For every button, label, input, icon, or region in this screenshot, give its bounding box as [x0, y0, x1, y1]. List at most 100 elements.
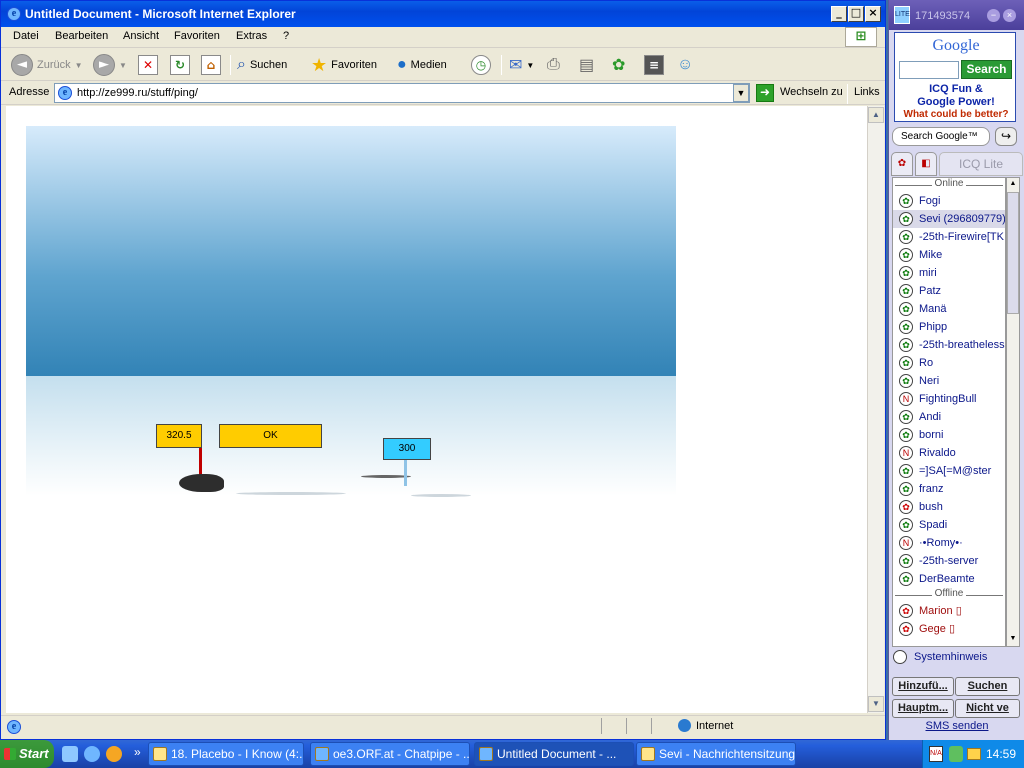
contact-item[interactable]: ✿ Patz [893, 282, 1005, 300]
tray-na-icon[interactable]: N/A [929, 746, 943, 762]
quicklaunch-media-player-icon[interactable] [106, 746, 122, 762]
icq-title-bar[interactable]: LITE 171493574 − × [889, 0, 1024, 30]
scroll-down-icon[interactable]: ▼ [868, 696, 884, 712]
tray-network-icon[interactable] [967, 748, 981, 760]
scroll-thumb[interactable] [1007, 192, 1019, 314]
links-button[interactable]: Links [854, 86, 880, 98]
back-button[interactable]: ◄ Zurück ▼ [11, 53, 83, 77]
contact-item[interactable]: ✿ Marion ▯ [893, 602, 1005, 620]
contact-item[interactable]: ✿ miri [893, 264, 1005, 282]
scroll-down-icon[interactable]: ▼ [1007, 633, 1019, 645]
winamp-icon [153, 747, 167, 761]
print-button[interactable]: ⎙ [547, 53, 560, 77]
contact-item[interactable]: N ·•Romy•· [893, 534, 1005, 552]
contact-item[interactable]: ✿ Sevi (296809779) [893, 210, 1005, 228]
quicklaunch-desktop-icon[interactable] [62, 746, 78, 762]
google-search-button[interactable]: Search [961, 60, 1012, 79]
contact-item[interactable]: N FightingBull [893, 390, 1005, 408]
internet-zone-icon [678, 719, 691, 732]
contact-item[interactable]: ✿ =]SA[=M@ster [893, 462, 1005, 480]
vertical-scrollbar[interactable]: ▲ ▼ [867, 106, 884, 713]
scroll-up-icon[interactable]: ▲ [1007, 178, 1019, 190]
task-untitled-document[interactable]: Untitled Document - ... [474, 742, 634, 766]
page-content: 320.5 OK 300 [6, 106, 868, 713]
contact-item[interactable]: ✿ Neri [893, 372, 1005, 390]
contact-item[interactable]: N Rivaldo [893, 444, 1005, 462]
system-tray: N/A 14:59 [922, 740, 1024, 768]
contact-item[interactable]: ✿ bush [893, 498, 1005, 516]
task-label: oe3.ORF.at - Chatpipe - ... [333, 747, 470, 761]
group-header-online[interactable]: Online [893, 178, 1005, 192]
toolbar-extra-button[interactable]: ≡ [644, 53, 664, 77]
address-dropdown-icon[interactable]: ▼ [733, 84, 749, 102]
mail-button[interactable]: ✉ ▼ [509, 53, 534, 77]
quicklaunch-overflow-icon[interactable]: » [134, 745, 141, 759]
contact-item[interactable]: ✿ franz [893, 480, 1005, 498]
contact-item[interactable]: ✿ Andi [893, 408, 1005, 426]
stop-button[interactable]: ✕ [138, 53, 158, 77]
contact-item[interactable]: ✿ -25th-breatheless [893, 336, 1005, 354]
messenger-button[interactable]: ☺ [677, 53, 693, 77]
menu-help[interactable]: ? [283, 30, 289, 42]
tab-icq-lite[interactable]: ICQ Lite [939, 152, 1023, 176]
main-menu-button[interactable]: Hauptm... [892, 699, 954, 718]
contact-item[interactable]: ✿ -25th-server [893, 552, 1005, 570]
search-google-field[interactable]: Search Google™ [892, 127, 990, 146]
icq-close-button[interactable]: × [1003, 9, 1016, 22]
tray-messenger-icon[interactable] [949, 746, 963, 762]
mail-dropdown-icon[interactable]: ▼ [526, 61, 534, 70]
search-contact-button[interactable]: Suchen [955, 677, 1020, 696]
menu-favoriten[interactable]: Favoriten [174, 30, 220, 42]
address-input[interactable]: http://ze999.ru/stuff/ping/ [54, 83, 750, 103]
back-dropdown-icon[interactable]: ▼ [75, 61, 83, 70]
sms-send-link[interactable]: SMS senden [889, 720, 1024, 732]
contact-item[interactable]: ✿ Gege ▯ [893, 620, 1005, 638]
scroll-up-icon[interactable]: ▲ [868, 107, 884, 123]
google-search-input[interactable] [899, 61, 959, 79]
menu-bearbeiten[interactable]: Bearbeiten [55, 30, 108, 42]
tab-groups[interactable]: ◧ [915, 152, 937, 176]
search-go-arrow-icon[interactable]: ↪ [995, 127, 1017, 146]
contact-item[interactable]: ✿ Ro [893, 354, 1005, 372]
contact-item[interactable]: ✿ Mike [893, 246, 1005, 264]
contact-item[interactable]: ✿ Phipp [893, 318, 1005, 336]
menu-ansicht[interactable]: Ansicht [123, 30, 159, 42]
contact-item[interactable]: ✿ Fogi [893, 192, 1005, 210]
task-winamp[interactable]: 18. Placebo - I Know (4:... [148, 742, 304, 766]
home-button[interactable]: ⌂ [201, 53, 221, 77]
system-notice[interactable]: Systemhinweis [892, 648, 1020, 666]
icq-toolbar-button[interactable]: ✿ [612, 53, 625, 77]
task-icq-message[interactable]: Sevi - Nachrichtensitzung [636, 742, 796, 766]
contact-item[interactable]: ✿ borni [893, 426, 1005, 444]
contact-list-scrollbar[interactable]: ▲ ▼ [1006, 177, 1020, 647]
menu-extras[interactable]: Extras [236, 30, 267, 42]
contact-item[interactable]: ✿ DerBeamte [893, 570, 1005, 588]
forward-dropdown-icon[interactable]: ▼ [119, 61, 127, 70]
group-header-offline[interactable]: Offline [893, 588, 1005, 602]
task-chatpipe[interactable]: oe3.ORF.at - Chatpipe - ... [310, 742, 470, 766]
go-arrow-icon[interactable]: ➜ [756, 84, 774, 102]
status-button[interactable]: Nicht ve [955, 699, 1020, 718]
refresh-button[interactable]: ↻ [170, 53, 190, 77]
contact-item[interactable]: ✿ Manä [893, 300, 1005, 318]
maximize-button[interactable]: □ [848, 6, 864, 22]
contact-item[interactable]: ✿ -25th-Firewire[TK [893, 228, 1005, 246]
menu-datei[interactable]: Datei [13, 30, 39, 42]
zone-label: Internet [696, 720, 734, 732]
edit-button[interactable]: ▤ [579, 53, 594, 77]
online-flower-icon: ✿ [899, 410, 913, 424]
favorites-button[interactable]: ★ Favoriten [311, 53, 377, 77]
minimize-button[interactable]: _ [831, 6, 847, 22]
quicklaunch-ie-icon[interactable] [84, 746, 100, 762]
history-button[interactable]: ◷ [471, 53, 491, 77]
go-button[interactable]: Wechseln zu [780, 86, 843, 98]
forward-button[interactable]: ► ▼ [93, 53, 127, 77]
contact-item[interactable]: ✿ Spadi [893, 516, 1005, 534]
add-contact-button[interactable]: Hinzufü... [892, 677, 954, 696]
tab-contacts[interactable]: ✿ [891, 152, 913, 176]
media-button[interactable]: ● Medien [397, 53, 447, 77]
close-button[interactable]: × [865, 6, 881, 22]
ie-title-bar[interactable]: e Untitled Document - Microsoft Internet… [1, 1, 885, 27]
search-button[interactable]: ⌕ Suchen [237, 53, 287, 77]
icq-minimize-button[interactable]: − [987, 9, 1000, 22]
